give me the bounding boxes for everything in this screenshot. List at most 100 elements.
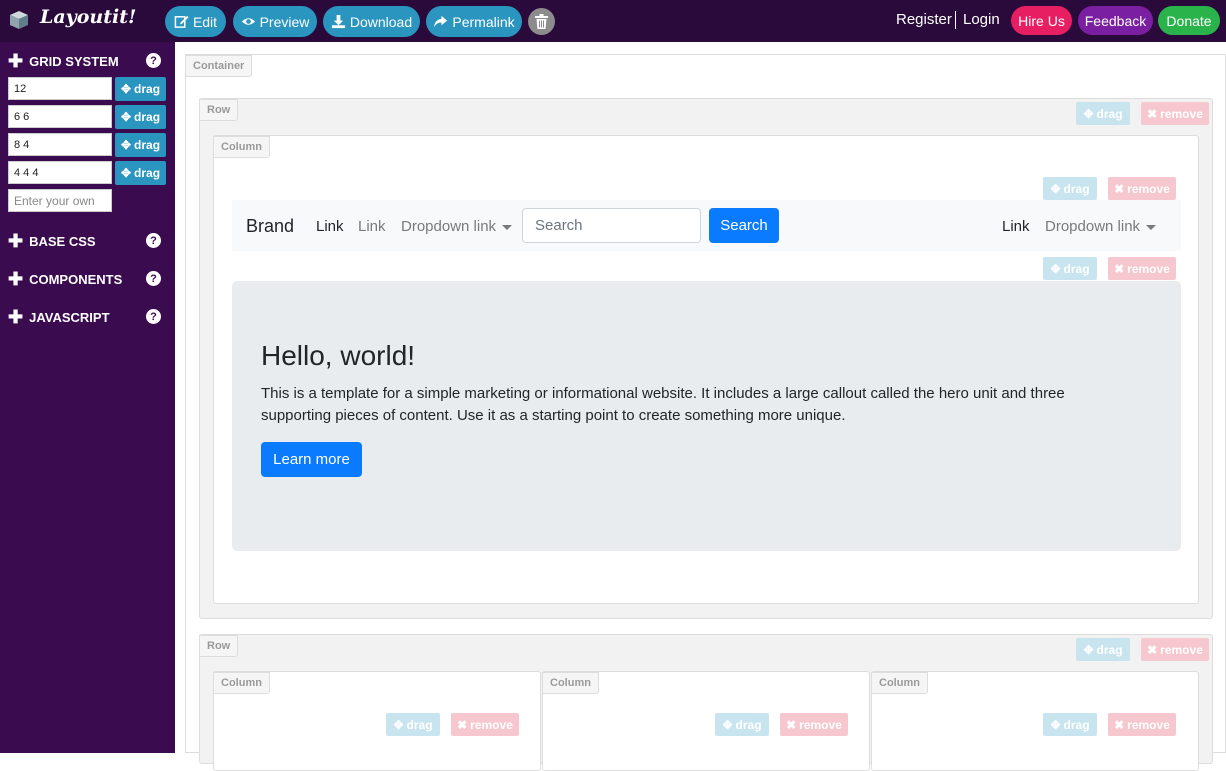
grid-drag-12[interactable]: ✥ drag [115,77,166,101]
grid-input-4-4-4[interactable]: 4 4 4 [8,161,112,184]
share-icon [434,15,448,28]
donate-button[interactable]: Donate [1158,6,1220,35]
remove-label: remove [1127,261,1170,276]
components-help-icon[interactable]: ? [146,271,161,286]
auth-divider [955,11,956,29]
base-css-help-icon[interactable]: ? [146,233,161,248]
trash-button[interactable] [528,8,555,35]
column-label: Column [871,672,928,694]
navbar-right-dropdown[interactable]: Dropdown link [1045,218,1157,235]
container-label: Container [185,55,253,77]
plus-icon: ✚ [8,269,24,289]
column-2-remove-button[interactable]: ✖ remove [780,713,848,736]
eye-icon [241,18,255,25]
move-icon: ✥ [1083,642,1094,657]
drag-label: drag [1096,106,1123,121]
navbar-search-input[interactable]: Search [522,208,701,243]
navbar-brand[interactable]: Brand [246,216,294,237]
column-1-drag-button[interactable]: ✥ drag [386,713,440,736]
drag-label: drag [134,166,161,180]
row-2-drag-button[interactable]: ✥ drag [1076,638,1130,661]
edit-button[interactable]: Edit [165,6,226,37]
learn-more-button[interactable]: Learn more [261,442,362,477]
permalink-label: Permalink [452,13,515,30]
edit-label: Edit [192,13,218,30]
move-icon: ✥ [1083,106,1094,121]
navbar-link[interactable]: Link [358,218,386,235]
navbar-right-link[interactable]: Link [1002,218,1030,235]
column-3-drag-button[interactable]: ✥ drag [1043,713,1097,736]
jumbotron-drag-button[interactable]: ✥ drag [1043,257,1097,280]
navbar-right-dropdown-label: Dropdown link [1045,218,1141,235]
navbar-dropdown[interactable]: Dropdown link [401,218,513,235]
remove-label: remove [1127,717,1170,732]
hire-us-button[interactable]: Hire Us [1011,6,1072,35]
jumbotron-remove-button[interactable]: ✖ remove [1108,257,1176,280]
grid-input-6-6[interactable]: 6 6 [8,105,112,128]
grid-input-12[interactable]: 12 [8,77,112,100]
close-icon: ✖ [1147,642,1158,657]
trash-icon [535,14,548,29]
components-header[interactable]: ✚ COMPONENTS [8,270,122,288]
move-icon: ✥ [1050,717,1061,732]
register-link[interactable]: Register [896,11,952,28]
navbar-drag-button[interactable]: ✥ drag [1043,177,1097,200]
download-label: Download [349,13,413,30]
navbar-search-button[interactable]: Search [709,208,779,243]
column-label: Column [213,672,270,694]
drag-label: drag [1063,261,1090,276]
preview-label: Preview [259,13,310,30]
top-bar: Layoutit! Edit Preview Download Permalin… [0,0,1226,42]
column-2-drag-button[interactable]: ✥ drag [715,713,769,736]
grid-drag-6-6[interactable]: ✥ drag [115,105,166,129]
grid-system-header[interactable]: ✚ GRID SYSTEM [8,52,119,70]
drag-label: drag [406,717,433,732]
navbar-remove-button[interactable]: ✖ remove [1108,177,1176,200]
caret-down-icon [1146,224,1157,230]
navbar-dropdown-label: Dropdown link [401,218,497,235]
drag-label: drag [134,82,161,96]
permalink-button[interactable]: Permalink [426,6,522,37]
grid-system-help-icon[interactable]: ? [146,53,161,68]
column-label: Column [542,672,599,694]
download-icon [331,14,345,29]
app-title[interactable]: Layoutit! [40,6,136,28]
login-link[interactable]: Login [963,11,1000,28]
row-drag-button[interactable]: ✥ drag [1076,102,1130,125]
close-icon: ✖ [786,717,797,732]
move-icon: ✥ [722,717,733,732]
drag-label: drag [1063,717,1090,732]
remove-label: remove [1127,181,1170,196]
custom-grid-input[interactable]: Enter your own [8,189,112,212]
column-label: Column [213,136,270,158]
preview-button[interactable]: Preview [233,6,317,37]
jumbotron-text: This is a template for a simple marketin… [261,385,1065,424]
grid-drag-4-4-4[interactable]: ✥ drag [115,161,166,185]
drag-label: drag [735,717,762,732]
javascript-header[interactable]: ✚ JAVASCRIPT [8,308,110,326]
remove-label: remove [470,717,513,732]
close-icon: ✖ [1114,181,1125,196]
base-css-header[interactable]: ✚ BASE CSS [8,232,96,250]
caret-down-icon [502,224,513,230]
row-remove-button[interactable]: ✖ remove [1141,102,1209,125]
components-label: COMPONENTS [29,271,123,287]
javascript-label: JAVASCRIPT [29,309,110,325]
jumbotron-title: Hello, world! [261,340,416,371]
download-button[interactable]: Download [323,6,420,37]
grid-system-label: GRID SYSTEM [29,53,119,69]
navbar-link-active[interactable]: Link [316,218,344,235]
remove-label: remove [799,717,842,732]
close-icon: ✖ [1114,717,1125,732]
grid-drag-8-4[interactable]: ✥ drag [115,133,166,157]
move-icon: ✥ [1050,181,1061,196]
grid-input-8-4[interactable]: 8 4 [8,133,112,156]
row-2-remove-button[interactable]: ✖ remove [1141,638,1209,661]
feedback-button[interactable]: Feedback [1078,6,1153,35]
close-icon: ✖ [1147,106,1158,121]
column-1-remove-button[interactable]: ✖ remove [451,713,519,736]
column-3-remove-button[interactable]: ✖ remove [1108,713,1176,736]
drag-label: drag [1063,181,1090,196]
row-label: Row [199,635,239,657]
javascript-help-icon[interactable]: ? [146,309,161,324]
